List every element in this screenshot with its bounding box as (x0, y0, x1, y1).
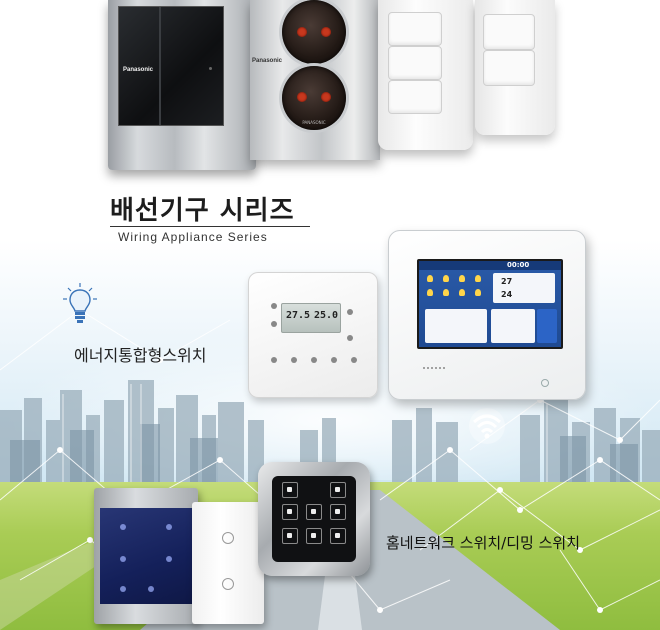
brand-logo: Panasonic (123, 67, 154, 73)
thermostat-button (331, 357, 337, 363)
keypad-button (282, 504, 298, 520)
light-icon (459, 275, 465, 282)
rocker-switch (388, 12, 442, 46)
thermostat-button (291, 357, 297, 363)
main-temperature: 27 (501, 277, 513, 286)
catalog-page: Panasonic Panasonic PANASONIC 배선기구 시리즈 W… (0, 0, 660, 630)
set-temperature: 25.0 (314, 310, 339, 321)
touch-point (120, 524, 126, 530)
home-network-switch-label: 홈네트워크 스위치/디밍 스위치 (386, 534, 580, 552)
keypad-glass (272, 476, 356, 562)
chevron-down-icon (347, 335, 353, 341)
thermostat-button (271, 321, 277, 327)
keypad-button (306, 504, 322, 520)
touch-point (148, 586, 154, 592)
light-icon (427, 275, 433, 282)
series-subtitle: Wiring Appliance Series (118, 230, 268, 244)
white-rocker-plate-triple (378, 0, 473, 150)
light-icon (475, 275, 481, 282)
keypad-button (282, 528, 298, 544)
screen-clock: 00:00 (507, 261, 530, 269)
keypad-button (306, 528, 322, 544)
touch-point (166, 556, 172, 562)
outlet-pin (297, 92, 307, 102)
title-divider (110, 226, 310, 227)
home-network-keypad (258, 462, 370, 576)
touch-icon (222, 532, 234, 544)
thermostat-button (271, 303, 277, 309)
navy-glass-panel (100, 508, 192, 604)
wifi-icon (469, 408, 505, 444)
white-touch-switch (192, 502, 264, 624)
switch-divider (159, 7, 161, 125)
keypad-button (330, 504, 346, 520)
rocker-switch (388, 80, 442, 114)
rocker-switch (388, 46, 442, 80)
glass-switch-steel-plate: Panasonic (108, 0, 256, 170)
screen-status-bar (419, 261, 561, 270)
status-card (491, 309, 535, 343)
thermostat-button (351, 357, 357, 363)
keypad-button (330, 528, 346, 544)
light-icon (427, 289, 433, 296)
black-glass-switch: Panasonic (118, 6, 224, 126)
indicator-dot (209, 67, 212, 70)
rocker-switch (483, 14, 535, 50)
outlet-pin (321, 27, 331, 37)
climate-card: 27 24 (493, 273, 555, 303)
wall-pad-screen: 00:00 27 24 (417, 259, 563, 349)
thermostat-button (271, 357, 277, 363)
light-icon (443, 289, 449, 296)
sub-temperature: 24 (501, 290, 513, 299)
touch-point (120, 556, 126, 562)
touch-icon (222, 578, 234, 590)
menu-button (537, 309, 557, 343)
power-outlet-top (282, 0, 346, 64)
status-card (425, 309, 487, 343)
wall-pad-touchscreen: 00:00 27 24 (388, 230, 586, 400)
socket-brand-logo: Panasonic (252, 58, 283, 64)
white-rocker-plate-double (475, 0, 555, 135)
light-icon (475, 289, 481, 296)
socket-steel-plate: Panasonic PANASONIC (250, 0, 380, 160)
light-icon (459, 289, 465, 296)
keypad-button (282, 482, 298, 498)
keypad-button (330, 482, 346, 498)
thermostat-lcd: 27.5 25.0 (281, 303, 341, 333)
power-outlet-bottom: PANASONIC (282, 66, 346, 130)
thermostat-button (311, 357, 317, 363)
current-temperature: 27.5 (286, 310, 311, 321)
light-icon (443, 275, 449, 282)
touch-point (120, 586, 126, 592)
power-icon (541, 379, 549, 387)
rocker-switch (483, 50, 535, 86)
energy-switch-label: 에너지통합형스위치 (74, 346, 207, 365)
lightbulb-icon (63, 283, 97, 323)
outlet-label: PANASONIC (302, 120, 326, 125)
series-title: 배선기구 시리즈 (110, 196, 295, 226)
chevron-up-icon (347, 309, 353, 315)
touch-point (166, 524, 172, 530)
dimming-switch-navy (94, 488, 198, 624)
outlet-pin (321, 92, 331, 102)
thermostat-switch: 27.5 25.0 (248, 272, 378, 398)
outlet-pin (297, 27, 307, 37)
